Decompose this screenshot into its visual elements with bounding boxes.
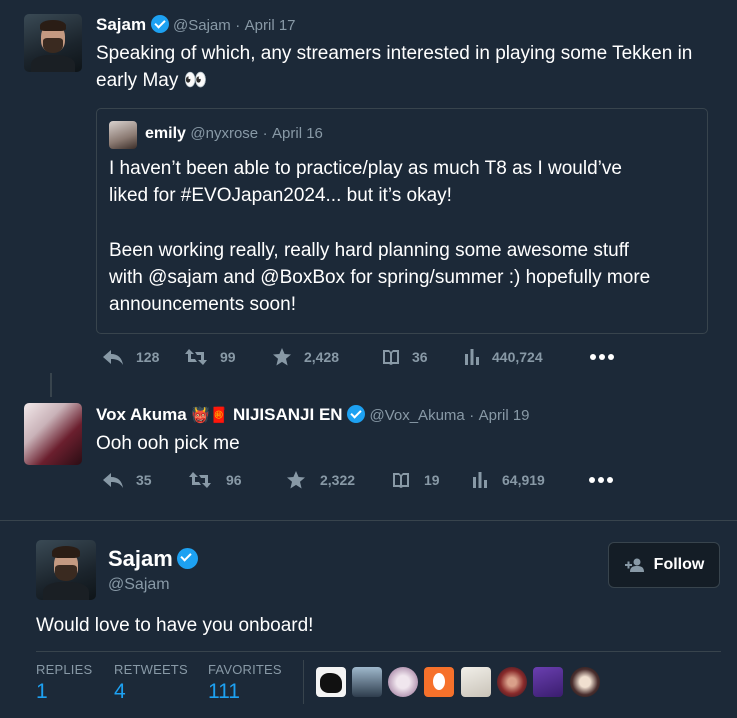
views-icon <box>465 349 479 365</box>
tweet-actions: 35 96 2,322 19 64,919 <box>102 470 614 490</box>
more-button[interactable] <box>588 476 614 484</box>
bookmark-count: 36 <box>412 349 428 365</box>
retweets-label: RETWEETS <box>114 662 188 677</box>
favoriter-avatar[interactable] <box>570 667 600 697</box>
verified-icon <box>347 405 366 423</box>
like-count: 2,322 <box>320 472 356 488</box>
reply-button[interactable]: 35 <box>102 470 188 490</box>
more-icon <box>589 477 613 483</box>
more-icon <box>590 354 614 360</box>
replies-label: REPLIES <box>36 662 93 677</box>
author-handle[interactable]: @Sajam <box>173 17 231 34</box>
retweets-count: 4 <box>114 680 126 703</box>
quote-text-line: Been working really, really hard plannin… <box>109 240 629 261</box>
favorites-label: FAVORITES <box>208 662 282 677</box>
bookmark-icon <box>383 350 399 365</box>
quote-avatar <box>109 121 137 149</box>
bookmark-button[interactable]: 19 <box>392 471 472 489</box>
retweet-icon <box>189 472 211 488</box>
verified-icon <box>150 15 169 33</box>
favoriter-avatar[interactable] <box>352 667 382 697</box>
quote-text-line: announcements soon! <box>109 294 296 315</box>
like-button[interactable]: 2,428 <box>272 347 382 367</box>
retweet-button[interactable]: 99 <box>184 347 272 367</box>
divider <box>36 651 721 652</box>
tweet-actions: 128 99 2,428 36 440,724 <box>102 347 615 367</box>
views-button[interactable]: 440,724 <box>464 348 589 366</box>
author-name[interactable]: Vox Akuma <box>96 405 187 424</box>
add-user-icon <box>624 558 644 572</box>
favoriter-avatar[interactable] <box>533 667 563 697</box>
main-tweet-text: Would love to have you onboard! <box>36 615 314 636</box>
retweet-icon <box>185 349 207 365</box>
avatar[interactable] <box>24 403 82 465</box>
bookmark-icon <box>393 473 409 488</box>
author-name[interactable]: Sajam <box>96 15 146 34</box>
favoriter-avatar[interactable] <box>316 667 346 697</box>
quote-text-line: liked for #EVOJapan2024... but it’s okay… <box>109 185 452 206</box>
main-author-handle[interactable]: @Sajam <box>108 576 170 594</box>
tweet-text-line: Speaking of which, any streamers interes… <box>96 43 693 64</box>
more-button[interactable] <box>589 353 615 361</box>
retweet-count: 96 <box>226 472 242 488</box>
reply-count: 35 <box>136 472 152 488</box>
follow-button[interactable]: Follow <box>608 542 720 588</box>
main-avatar[interactable] <box>36 540 96 600</box>
tweet-text: Ooh ooh pick me <box>96 433 240 454</box>
star-icon <box>273 348 291 366</box>
tweet-date[interactable]: April 19 <box>479 407 530 424</box>
main-author-name[interactable]: Sajam <box>108 546 173 571</box>
favorites-count: 111 <box>208 680 240 703</box>
favoriter-avatar[interactable] <box>388 667 418 697</box>
quote-text-line: with @sajam and @BoxBox for spring/summe… <box>109 267 651 288</box>
view-count: 440,724 <box>492 349 543 365</box>
follow-label: Follow <box>653 556 705 573</box>
bookmark-button[interactable]: 36 <box>382 348 464 366</box>
reply-count: 128 <box>136 349 160 365</box>
view-count: 64,919 <box>502 472 545 488</box>
replies-count: 1 <box>36 680 48 703</box>
author-emoji: 👹🧧 <box>191 407 229 424</box>
reply-button[interactable]: 128 <box>102 347 184 367</box>
views-icon <box>473 472 487 488</box>
like-button[interactable]: 2,322 <box>286 470 392 490</box>
divider <box>0 520 737 521</box>
bookmark-count: 19 <box>424 472 440 488</box>
favoriter-avatar[interactable] <box>497 667 527 697</box>
retweet-button[interactable]: 96 <box>188 470 286 490</box>
favoriter-avatar[interactable] <box>461 667 491 697</box>
like-count: 2,428 <box>304 349 340 365</box>
separator: · <box>469 407 475 424</box>
avatar[interactable] <box>24 14 82 72</box>
quote-author-name[interactable]: emily <box>145 125 186 142</box>
tweet-date[interactable]: April 17 <box>245 17 296 34</box>
verified-icon <box>177 548 199 569</box>
reply-icon <box>103 473 123 488</box>
stat-divider <box>303 660 304 704</box>
quote-date: April 16 <box>272 125 323 142</box>
reply-icon <box>103 350 123 365</box>
separator: · <box>262 125 268 142</box>
quoted-tweet[interactable]: emily @nyxrose · April 16 I haven’t been… <box>96 108 708 334</box>
favoriter-avatar[interactable] <box>424 667 454 697</box>
retweet-count: 99 <box>220 349 236 365</box>
author-handle[interactable]: @Vox_Akuma <box>369 407 464 424</box>
author-affiliation[interactable]: NIJISANJI EN <box>233 405 343 424</box>
separator: · <box>235 17 241 34</box>
quote-author-handle[interactable]: @nyxrose <box>190 125 258 142</box>
tweet-sajam-quote: Sajam @Sajam · April 17 Speaking of whic… <box>0 0 737 380</box>
tweet-text-line: early May 👀 <box>96 70 208 91</box>
views-button[interactable]: 64,919 <box>472 471 588 489</box>
star-icon <box>287 471 305 489</box>
quote-text-line: I haven’t been able to practice/play as … <box>109 158 622 179</box>
tweet-vox-reply: Vox Akuma 👹🧧 NIJISANJI EN @Vox_Akuma · A… <box>0 380 737 510</box>
